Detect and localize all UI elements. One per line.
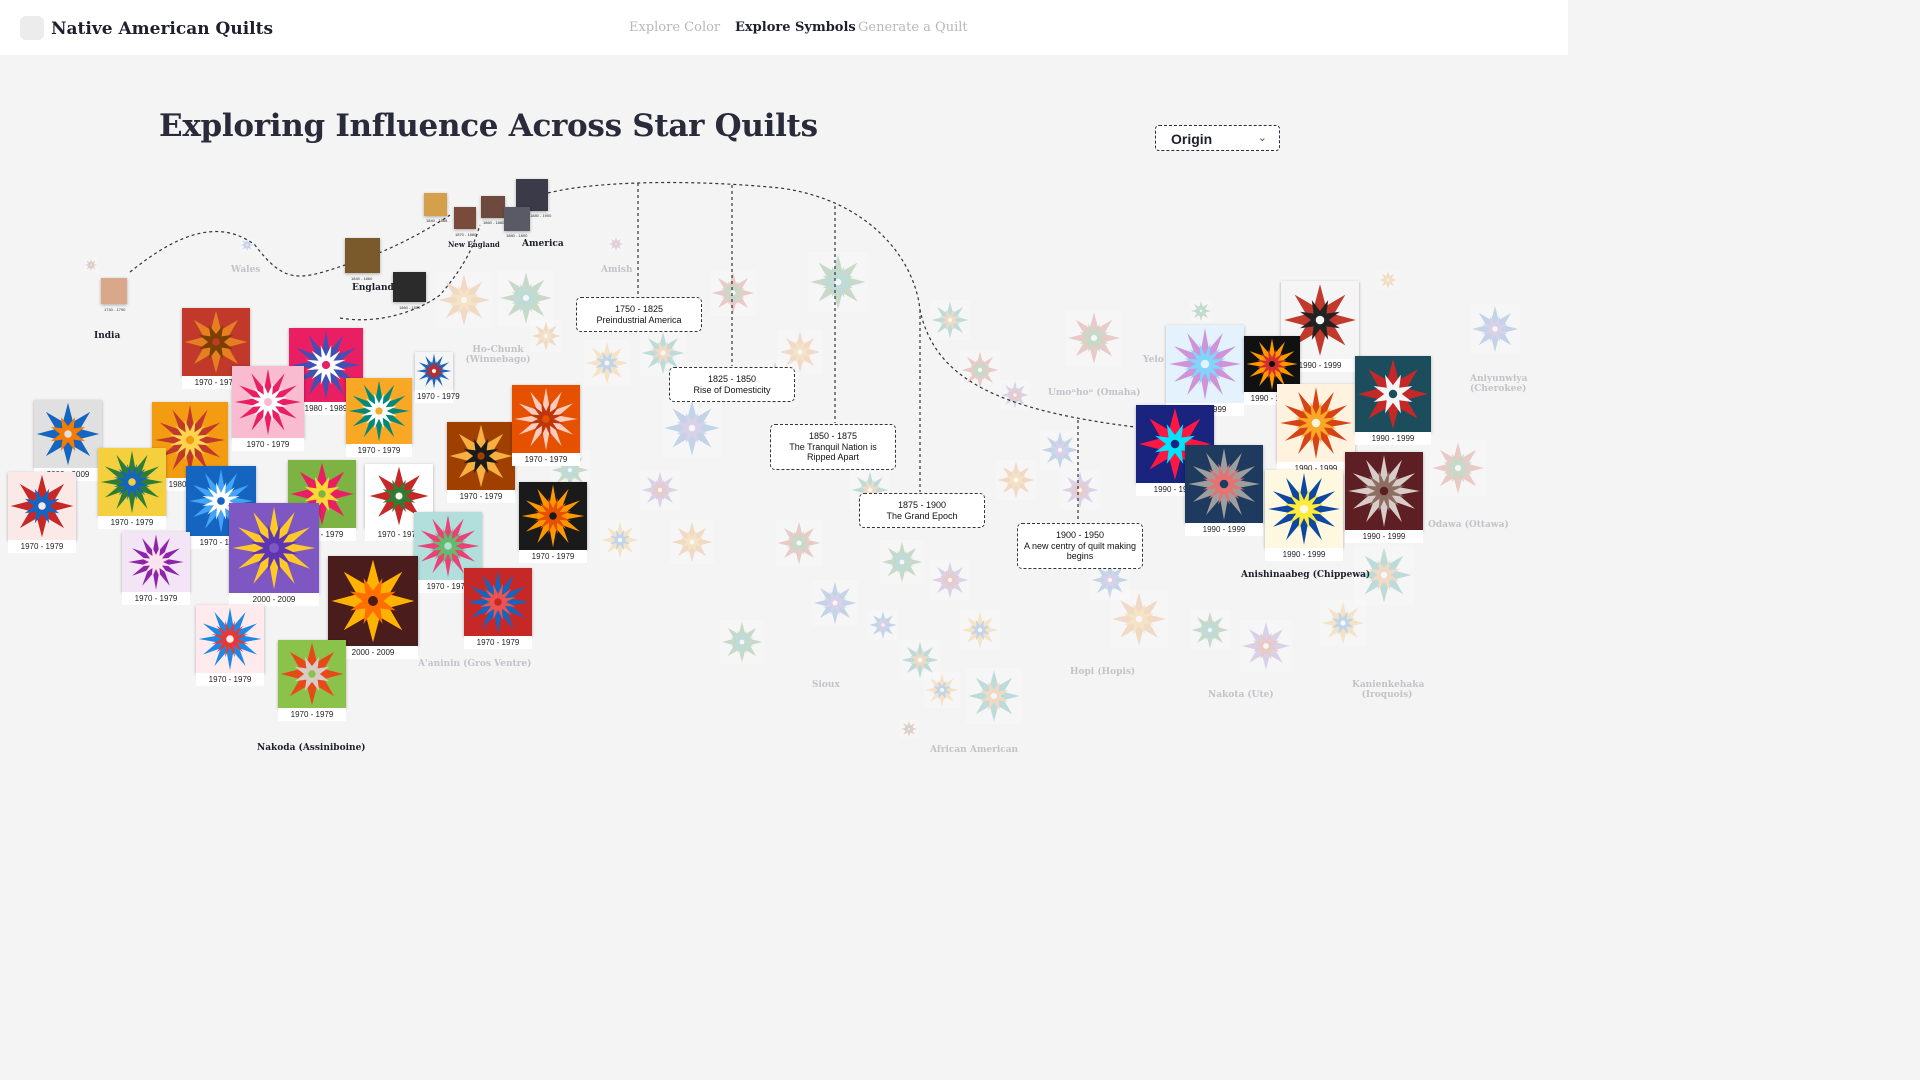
region-label-india: India xyxy=(94,331,121,341)
anishinaabeg-quilt[interactable] xyxy=(1277,384,1355,462)
quilt-england-a[interactable] xyxy=(345,238,380,273)
anishinaabeg-quilt[interactable] xyxy=(1185,445,1263,523)
nakoda-quilt[interactable] xyxy=(415,352,453,390)
nakoda-quilt-caption: 1970 - 1979 xyxy=(447,490,515,503)
nakoda-quilt-caption: 1970 - 1979 xyxy=(122,592,190,605)
era-range: 1875 - 1900 xyxy=(897,500,947,510)
era-range: 1750 - 1825 xyxy=(614,304,664,314)
anishinaabeg-quilt-caption: 1990 - 1999 xyxy=(1185,523,1263,536)
anishinaabeg-quilt[interactable] xyxy=(1345,452,1423,530)
caption-america-a: 1880 - 1900 xyxy=(530,213,552,218)
nakoda-quilt-caption: 1970 - 1979 xyxy=(346,444,412,457)
caption-india: 1740 - 1790 xyxy=(104,307,126,312)
anishinaabeg-quilt[interactable] xyxy=(1355,356,1431,432)
era-range: 1850 - 1875 xyxy=(808,431,858,441)
nakoda-quilt[interactable] xyxy=(34,400,102,468)
nakoda-quilt-caption: 1970 - 1979 xyxy=(464,636,532,649)
nakoda-quilt[interactable] xyxy=(519,482,587,550)
caption-ne-c: 1860 - 1880 xyxy=(483,220,505,225)
era-range: 1825 - 1850 xyxy=(707,374,757,384)
era-name: A new centry of quilt making begins xyxy=(1023,540,1137,562)
region-label-america: America xyxy=(522,239,564,249)
nakoda-quilt[interactable] xyxy=(328,556,418,646)
nakoda-quilt-caption: 1970 - 1979 xyxy=(512,453,580,466)
nakoda-quilt[interactable] xyxy=(447,422,515,490)
era-name: The Grand Epoch xyxy=(886,510,958,521)
region-label-new-england: New England xyxy=(448,240,500,249)
nakoda-quilt[interactable] xyxy=(196,605,264,673)
anishinaabeg-quilt-caption: 1990 - 1999 xyxy=(1355,432,1431,445)
era-box-1875[interactable]: 1875 - 1900 The Grand Epoch xyxy=(859,493,985,528)
era-name: The Tranquil Nation is Ripped Apart xyxy=(789,441,877,463)
era-name: Preindustrial America xyxy=(596,314,682,325)
nakoda-quilt[interactable] xyxy=(278,640,346,708)
nakoda-quilt[interactable] xyxy=(8,472,76,540)
region-label-nakoda: Nakoda (Assiniboine) xyxy=(257,743,366,753)
anishinaabeg-quilt-caption: 1990 - 1999 xyxy=(1345,530,1423,543)
quilt-ne-c[interactable] xyxy=(481,196,505,218)
era-box-1750[interactable]: 1750 - 1825 Preindustrial America xyxy=(576,297,702,332)
caption-ne-a: 1840 - 1868 xyxy=(426,218,448,223)
caption-america-b: 1880 - 1890 xyxy=(506,233,528,238)
era-range: 1900 - 1950 xyxy=(1055,530,1105,540)
era-box-1825[interactable]: 1825 - 1850 Rise of Domesticity xyxy=(669,367,795,402)
nakoda-quilt[interactable] xyxy=(229,503,319,593)
nakoda-quilt[interactable] xyxy=(512,385,580,453)
nakoda-quilt[interactable] xyxy=(232,366,304,438)
nakoda-quilt-caption: 1970 - 1979 xyxy=(8,540,76,553)
quilt-america-b[interactable] xyxy=(504,207,530,231)
nakoda-quilt-caption: 1970 - 1979 xyxy=(196,673,264,686)
nakoda-quilt[interactable] xyxy=(464,568,532,636)
nakoda-quilt[interactable] xyxy=(98,448,166,516)
caption-ne-b: 1870 - 1880 xyxy=(455,232,477,237)
region-label-england: England xyxy=(352,283,394,293)
era-name: Rise of Domesticity xyxy=(693,384,771,395)
nakoda-quilt-caption: 1970 - 1979 xyxy=(98,516,166,529)
quilt-ne-b[interactable] xyxy=(454,207,476,229)
quilt-india[interactable] xyxy=(101,278,127,304)
quilt-england-b[interactable] xyxy=(393,272,426,302)
nakoda-quilt[interactable] xyxy=(122,532,190,592)
caption-england-a: 1840 - 1860 xyxy=(351,276,373,281)
anishinaabeg-quilt-caption: 1990 - 1999 xyxy=(1265,548,1343,561)
caption-england-b: 1860 - 1870 xyxy=(399,305,421,310)
nakoda-quilt-caption: 1970 - 1979 xyxy=(232,438,304,451)
era-box-1850[interactable]: 1850 - 1875 The Tranquil Nation is Rippe… xyxy=(770,424,896,470)
era-box-1900[interactable]: 1900 - 1950 A new centry of quilt making… xyxy=(1017,523,1143,569)
quilt-ne-a[interactable] xyxy=(424,193,447,216)
region-label-anishinaabeg: Anishinaabeg (Chippewa) xyxy=(1241,570,1371,580)
anishinaabeg-quilt[interactable] xyxy=(1166,325,1244,403)
nakoda-quilt[interactable] xyxy=(346,378,412,444)
nakoda-quilt-caption: 1970 - 1979 xyxy=(278,708,346,721)
nakoda-quilt-caption: 1970 - 1979 xyxy=(519,550,587,563)
nakoda-quilt-caption: 1970 - 1979 xyxy=(415,390,460,403)
anishinaabeg-quilt[interactable] xyxy=(1265,470,1343,548)
